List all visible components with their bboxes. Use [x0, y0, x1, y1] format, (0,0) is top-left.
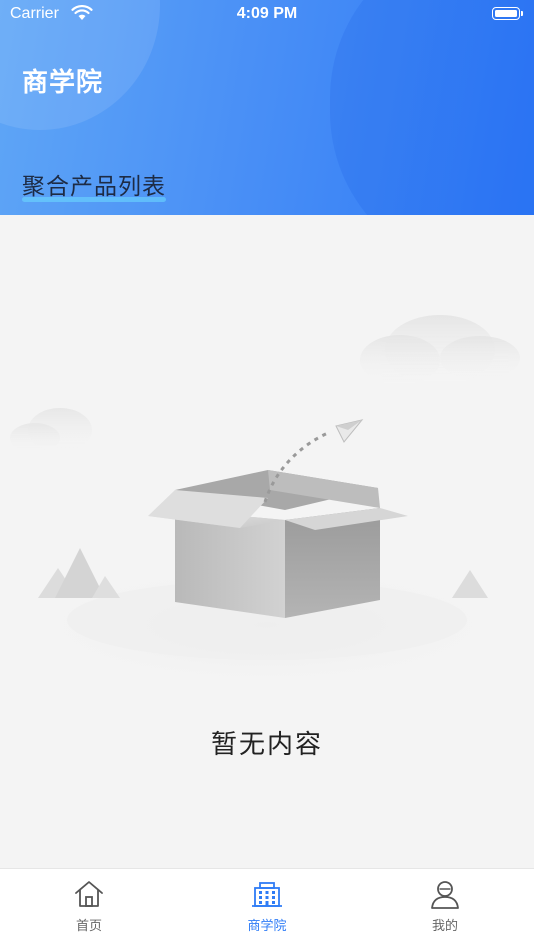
header-decoration — [330, 0, 534, 215]
tab-business-school-label: 商学院 — [247, 919, 287, 934]
user-icon — [431, 881, 459, 909]
clock: 4:09 PM — [236, 5, 298, 22]
paper-plane-icon — [335, 419, 364, 443]
tab-mine[interactable]: 我的 — [356, 869, 534, 951]
home-icon — [75, 881, 103, 907]
header: Carrier 4:09 PM 商学院 聚合产品列表 — [0, 0, 534, 215]
building-icon — [252, 882, 282, 907]
empty-state-message: 暂无内容 — [210, 730, 323, 760]
tab-business-school[interactable]: 商学院 — [178, 869, 356, 951]
cloud-icon — [360, 315, 520, 385]
page-title: 商学院 — [22, 68, 104, 98]
tab-product-list[interactable]: 聚合产品列表 — [22, 167, 166, 202]
tab-bar: 首页 商学院 我的 — [0, 868, 534, 951]
battery-icon — [492, 7, 523, 20]
tab-indicator — [22, 197, 166, 202]
tab-home-label: 首页 — [75, 919, 102, 934]
empty-box-illustration — [0, 315, 534, 695]
status-bar: Carrier 4:09 PM — [0, 0, 534, 30]
tab-home[interactable]: 首页 — [0, 869, 178, 951]
cloud-icon — [10, 408, 92, 453]
tab-mine-label: 我的 — [431, 919, 458, 934]
